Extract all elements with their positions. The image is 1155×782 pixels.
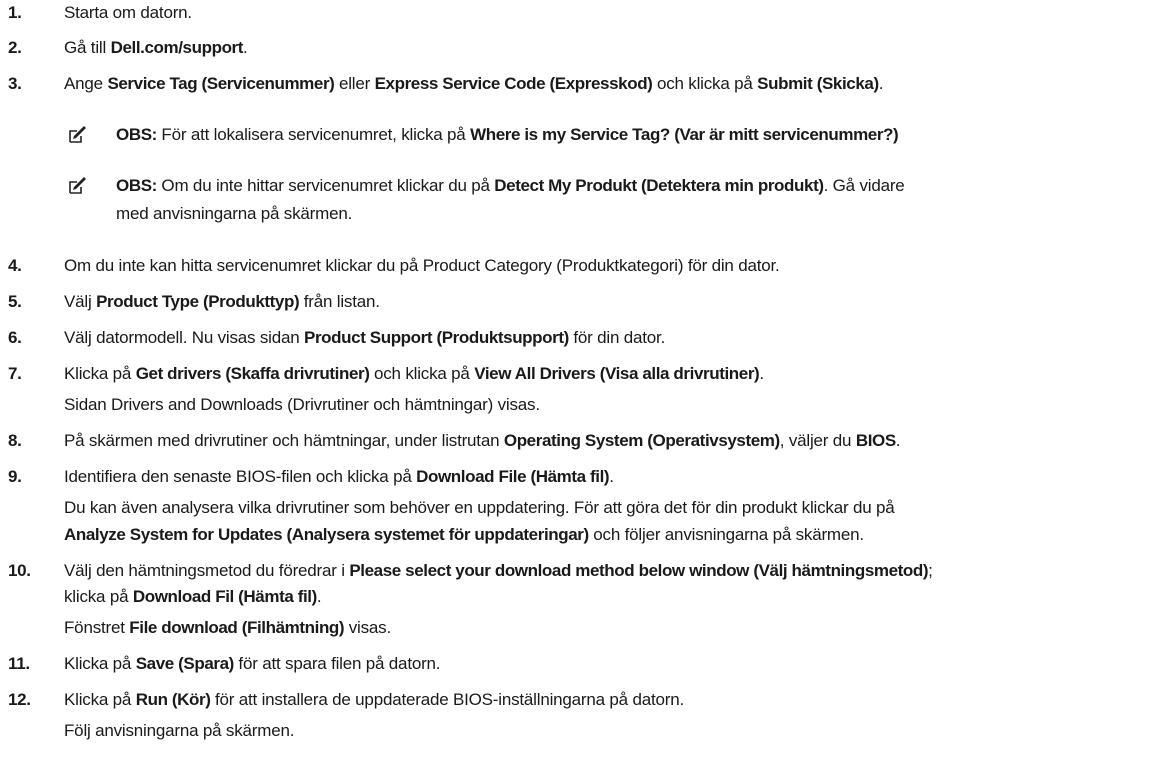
step-number: 11. (8, 654, 30, 673)
step-number: 1. (8, 3, 22, 22)
step-10-continued: Fönstret File download (Filhämtning) vis… (64, 618, 391, 637)
step-text: Klicka på Save (Spara) för att spara fil… (64, 654, 441, 673)
step-text: Välj Product Type (Produkttyp) från list… (64, 292, 380, 311)
step-12-continued: Följ anvisningarna på skärmen. (64, 721, 295, 740)
note-pencil-icon (69, 177, 86, 194)
note-text-continued: med anvisningarna på skärmen. (116, 204, 353, 223)
step-number: 2. (8, 38, 22, 57)
dell-support-link[interactable]: Dell.com/support (111, 38, 244, 57)
step-text: Ange Service Tag (Servicenummer) eller E… (64, 74, 884, 93)
step-text: Klicka på Get drivers (Skaffa drivrutine… (64, 364, 764, 383)
step-number: 4. (8, 256, 22, 275)
note-text: OBS: Om du inte hittar servicenumret kli… (116, 176, 905, 195)
step-text: Identifiera den senaste BIOS-filen och k… (64, 467, 614, 486)
step-number: 5. (8, 292, 22, 311)
step-7-continued: Sidan Drivers and Downloads (Drivrutiner… (64, 395, 540, 414)
note-text: OBS: För att lokalisera servicenumret, k… (116, 125, 899, 144)
document-page: 1. Starta om datorn. 2. Gå till Dell.com… (0, 0, 1155, 782)
step-text: Starta om datorn. (64, 3, 192, 22)
step-9-continued: Du kan även analysera vilka drivrutiner … (64, 498, 895, 517)
step-number: 9. (8, 467, 22, 486)
note-pencil-icon (69, 126, 86, 143)
step-text: Välj den hämtningsmetod du föredrar i Pl… (64, 561, 933, 580)
step-number: 7. (8, 364, 22, 383)
step-number: 10. (8, 561, 31, 580)
step-number: 6. (8, 328, 22, 347)
step-text: Gå till Dell.com/support. (64, 38, 248, 57)
step-text: På skärmen med drivrutiner och hämtninga… (64, 431, 901, 450)
step-text: Klicka på Run (Kör) för att installera d… (64, 690, 684, 709)
step-10-continued: klicka på Download Fil (Hämta fil). (64, 587, 322, 606)
step-9-continued: Analyze System for Updates (Analysera sy… (64, 525, 864, 544)
step-number: 3. (8, 74, 22, 93)
step-number: 8. (8, 431, 22, 450)
step-text: Välj datormodell. Nu visas sidan Product… (64, 328, 666, 347)
step-number: 12. (8, 690, 31, 709)
step-text: Om du inte kan hitta servicenumret klick… (64, 256, 780, 275)
